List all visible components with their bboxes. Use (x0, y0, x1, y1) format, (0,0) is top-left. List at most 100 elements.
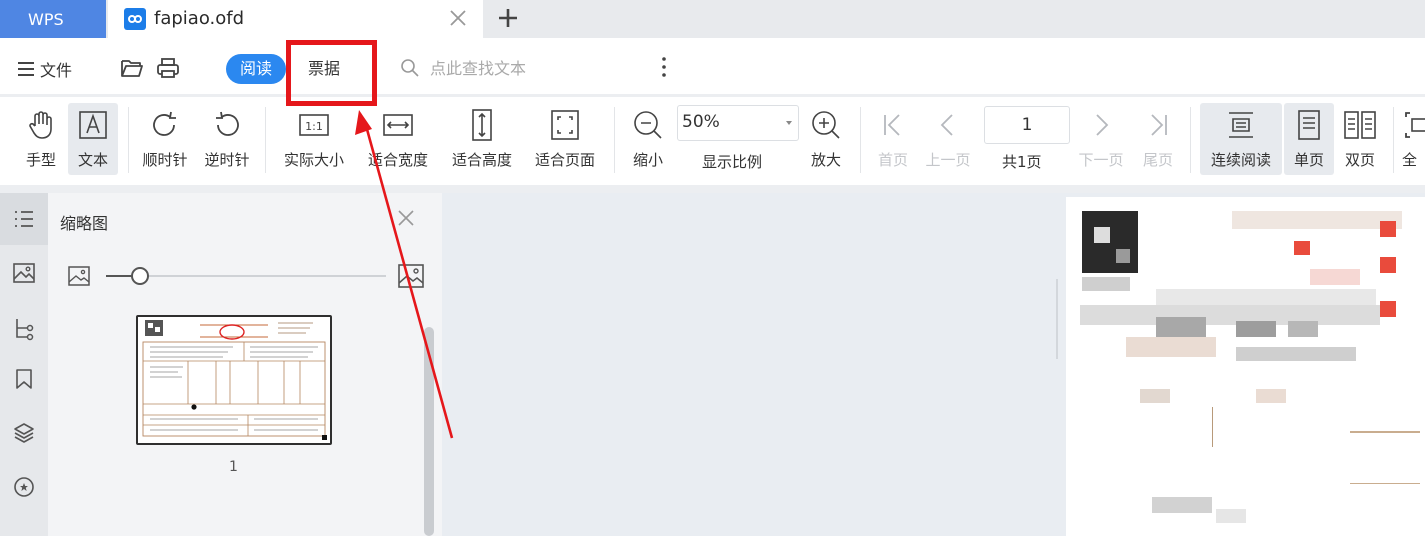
fit-page-label: 适合页面 (534, 151, 595, 169)
document-view[interactable] (442, 193, 1425, 536)
form-line (1350, 483, 1420, 484)
sidebar-structure-button[interactable] (0, 303, 48, 355)
zoom-out-button[interactable]: 缩小 (624, 103, 672, 175)
pixelated-block (1310, 269, 1360, 285)
open-folder-icon[interactable] (120, 57, 144, 79)
page-number-input[interactable]: 1 (984, 106, 1070, 144)
zoom-in-label: 放大 (810, 151, 841, 169)
bookmark-icon (16, 369, 32, 389)
fit-width-button[interactable]: 适合宽度 (360, 103, 436, 175)
thumbnail-page-number: 1 (229, 459, 238, 475)
first-page-button[interactable]: 首页 (870, 103, 916, 175)
rotate-counterclockwise-label: 逆时针 (204, 151, 250, 169)
small-thumbnail-icon[interactable] (68, 266, 90, 286)
close-icon[interactable] (396, 208, 416, 228)
sidebar-thumbnail-button[interactable] (0, 247, 48, 299)
rotate-clockwise-button[interactable]: 顺时针 (137, 103, 193, 175)
invoice-thumbnail-image (142, 320, 327, 440)
tab-document-title: fapiao.ofd (154, 8, 245, 29)
fit-page-icon (551, 110, 579, 140)
read-mode-button[interactable]: 阅读 (226, 54, 286, 84)
annotation-highlight-box (286, 40, 377, 106)
rotate-counterclockwise-button[interactable]: 逆时针 (198, 103, 256, 175)
toolbar-separator (265, 107, 266, 173)
fullscreen-label: 全 (1402, 151, 1418, 169)
pixelated-red-mark (1380, 257, 1396, 273)
last-page-icon (1151, 114, 1167, 136)
text-tool-button[interactable]: 文本 (68, 103, 118, 175)
page-thumbnail[interactable] (136, 315, 332, 445)
large-thumbnail-icon[interactable] (398, 264, 424, 288)
toolbar-separator (614, 107, 615, 173)
layers-icon (14, 423, 34, 443)
search-icon (401, 59, 419, 77)
fit-page-button[interactable]: 适合页面 (527, 103, 603, 175)
sidebar-rail (0, 193, 48, 536)
print-icon[interactable] (156, 57, 180, 79)
toolbar-separator (1190, 107, 1191, 173)
rotate-clockwise-label: 顺时针 (142, 151, 188, 169)
actual-size-icon: 1:1 (299, 114, 329, 136)
thumbnail-panel: 缩略图 1 (48, 193, 442, 536)
form-line (1212, 407, 1213, 447)
pixelated-block (1082, 277, 1130, 291)
tab-wps-label: WPS (28, 9, 64, 29)
hand-tool-label: 手型 (25, 151, 56, 169)
menu-bar: 文件 阅读 票据 (0, 38, 1425, 96)
more-options-icon[interactable] (658, 55, 670, 79)
pixelated-block (1126, 337, 1216, 357)
sidebar-outline-button[interactable] (0, 193, 48, 245)
continuous-pages-icon (1229, 112, 1253, 138)
pixelated-block (1094, 227, 1110, 243)
pixelated-title-text (1232, 211, 1402, 229)
fit-height-label: 适合高度 (451, 151, 512, 169)
zoom-in-button[interactable]: 放大 (802, 103, 850, 175)
fit-width-label: 适合宽度 (367, 151, 428, 169)
search-input[interactable] (430, 54, 630, 82)
last-page-button[interactable]: 尾页 (1136, 103, 1180, 175)
rotate-ccw-icon (216, 111, 239, 136)
pixelated-block (1156, 317, 1206, 337)
thumbnail-size-slider[interactable] (106, 267, 386, 285)
pixelated-red-mark (1294, 241, 1310, 255)
slider-handle[interactable] (131, 267, 149, 285)
zoom-dropdown[interactable]: 50% (677, 105, 799, 141)
file-menu-button[interactable]: 文件 (16, 57, 72, 81)
previous-page-button[interactable]: 上一页 (920, 103, 976, 175)
sidebar-seal-button[interactable] (0, 461, 48, 513)
pixelated-block (1288, 321, 1318, 337)
next-page-button[interactable]: 下一页 (1072, 103, 1130, 175)
chevron-left-icon (940, 114, 953, 136)
seal-icon (14, 477, 34, 497)
text-select-icon (79, 111, 107, 139)
new-tab-icon[interactable] (494, 4, 522, 32)
double-page-button[interactable]: 双页 (1336, 103, 1384, 175)
page-total-label: 共1页 (1002, 153, 1042, 171)
toolbar-divider (0, 185, 1425, 193)
pixelated-block (1152, 497, 1212, 513)
continuous-reading-button[interactable]: 连续阅读 (1200, 103, 1282, 175)
fullscreen-button[interactable]: 全 (1402, 103, 1425, 175)
tab-wps[interactable]: WPS (0, 0, 106, 38)
sidebar-bookmark-button[interactable] (0, 353, 48, 405)
tab-document[interactable]: fapiao.ofd (108, 0, 483, 38)
first-page-icon (884, 114, 900, 136)
single-page-button[interactable]: 单页 (1284, 103, 1334, 175)
last-page-label: 尾页 (1142, 151, 1173, 169)
close-tab-icon[interactable] (446, 6, 470, 30)
pixelated-qr-code (1082, 211, 1138, 273)
pixelated-red-mark (1380, 301, 1396, 317)
image-icon (13, 263, 35, 283)
pixelated-block (1236, 321, 1276, 337)
zoom-out-label: 缩小 (632, 151, 663, 169)
double-page-label: 双页 (1344, 151, 1375, 169)
pixelated-block (1256, 389, 1286, 403)
hand-tool-button[interactable]: 手型 (18, 103, 64, 175)
pixelated-text-row (1156, 289, 1376, 305)
thumbnail-scrollbar[interactable] (424, 327, 434, 536)
sidebar-layers-button[interactable] (0, 407, 48, 459)
first-page-label: 首页 (877, 151, 908, 169)
actual-size-button[interactable]: 1:1 实际大小 (276, 103, 352, 175)
fit-height-button[interactable]: 适合高度 (444, 103, 520, 175)
actual-size-label: 实际大小 (283, 151, 344, 169)
